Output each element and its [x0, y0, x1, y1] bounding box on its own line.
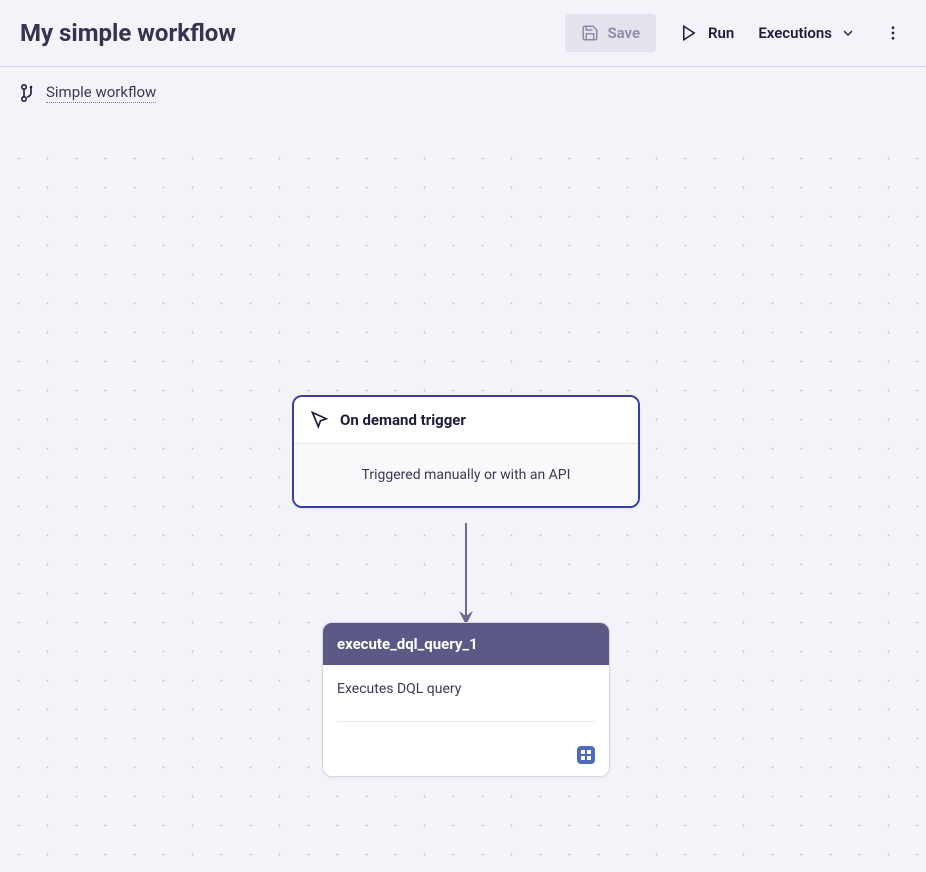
trigger-node[interactable]: On demand trigger Triggered manually or … [292, 395, 640, 508]
run-label: Run [708, 24, 734, 42]
query-node-footer [323, 738, 609, 776]
workflow-title: My simple workflow [20, 19, 236, 47]
node-connector [465, 523, 467, 621]
trigger-node-body: Triggered manually or with an API [294, 444, 638, 506]
trigger-node-title: On demand trigger [340, 411, 466, 429]
save-label: Save [607, 24, 640, 42]
more-menu-button[interactable] [880, 20, 906, 46]
save-icon [581, 24, 599, 42]
workflow-icon [20, 84, 34, 102]
query-node-header: execute_dql_query_1 [323, 623, 609, 665]
breadcrumb-item[interactable]: Simple workflow [46, 83, 156, 103]
query-node-body: Executes DQL query [323, 665, 609, 738]
trigger-node-description: Triggered manually or with an API [310, 467, 622, 483]
save-button[interactable]: Save [565, 14, 656, 52]
cursor-icon [310, 410, 330, 430]
executions-label: Executions [758, 24, 832, 42]
header-actions: Save Run Executions [565, 14, 906, 52]
app-badge-icon [577, 746, 595, 764]
query-node-title: execute_dql_query_1 [337, 635, 595, 653]
workflow-canvas[interactable]: On demand trigger Triggered manually or … [0, 140, 926, 872]
breadcrumb: Simple workflow [0, 67, 926, 119]
query-node-description: Executes DQL query [337, 681, 595, 722]
executions-button[interactable]: Executions [758, 24, 856, 42]
more-vertical-icon [884, 24, 902, 42]
run-button[interactable]: Run [680, 24, 734, 42]
play-icon [680, 24, 698, 42]
query-node[interactable]: execute_dql_query_1 Executes DQL query [322, 622, 610, 777]
trigger-node-header: On demand trigger [294, 397, 638, 444]
header-bar: My simple workflow Save Run Executions [0, 0, 926, 67]
chevron-down-icon [840, 25, 856, 41]
